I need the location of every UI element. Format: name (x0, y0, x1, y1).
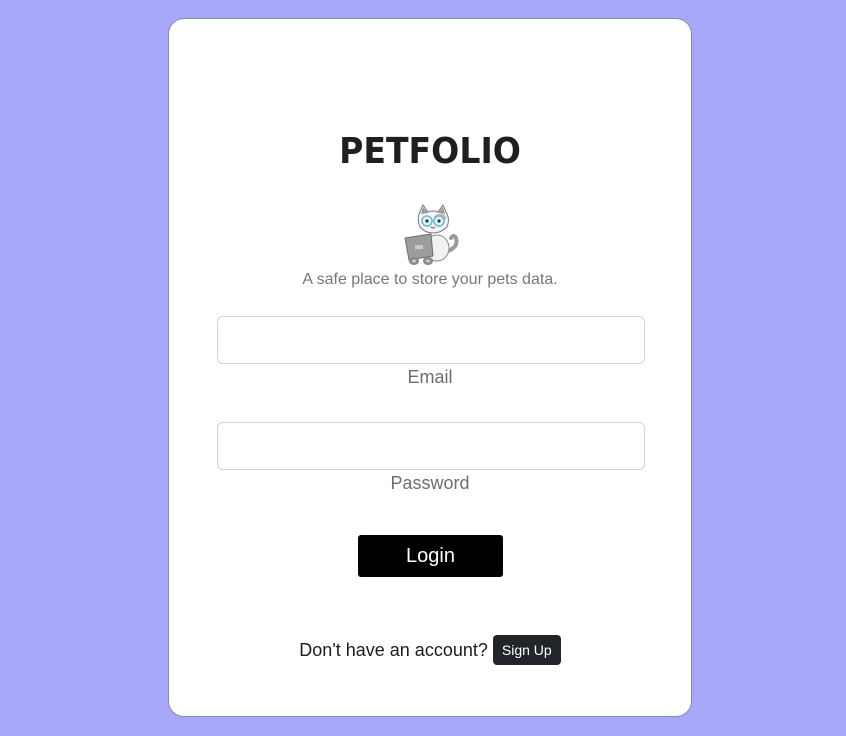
tagline: A safe place to store your pets data. (302, 271, 558, 288)
signup-prompt: Don't have an account? (299, 639, 488, 660)
app-logo-title: PETFOLIO (339, 131, 521, 172)
email-field[interactable] (217, 316, 645, 364)
password-field[interactable] (217, 422, 645, 470)
login-button[interactable]: Login (358, 535, 503, 577)
cat-with-laptop-icon (404, 203, 459, 265)
password-label: Password (390, 473, 470, 493)
login-card: PETFOLIO A safe place to store your pets… (168, 18, 692, 717)
signup-row: Don't have an account? Sign Up (169, 635, 691, 665)
email-label: Email (407, 367, 453, 387)
signup-button[interactable]: Sign Up (492, 635, 561, 665)
